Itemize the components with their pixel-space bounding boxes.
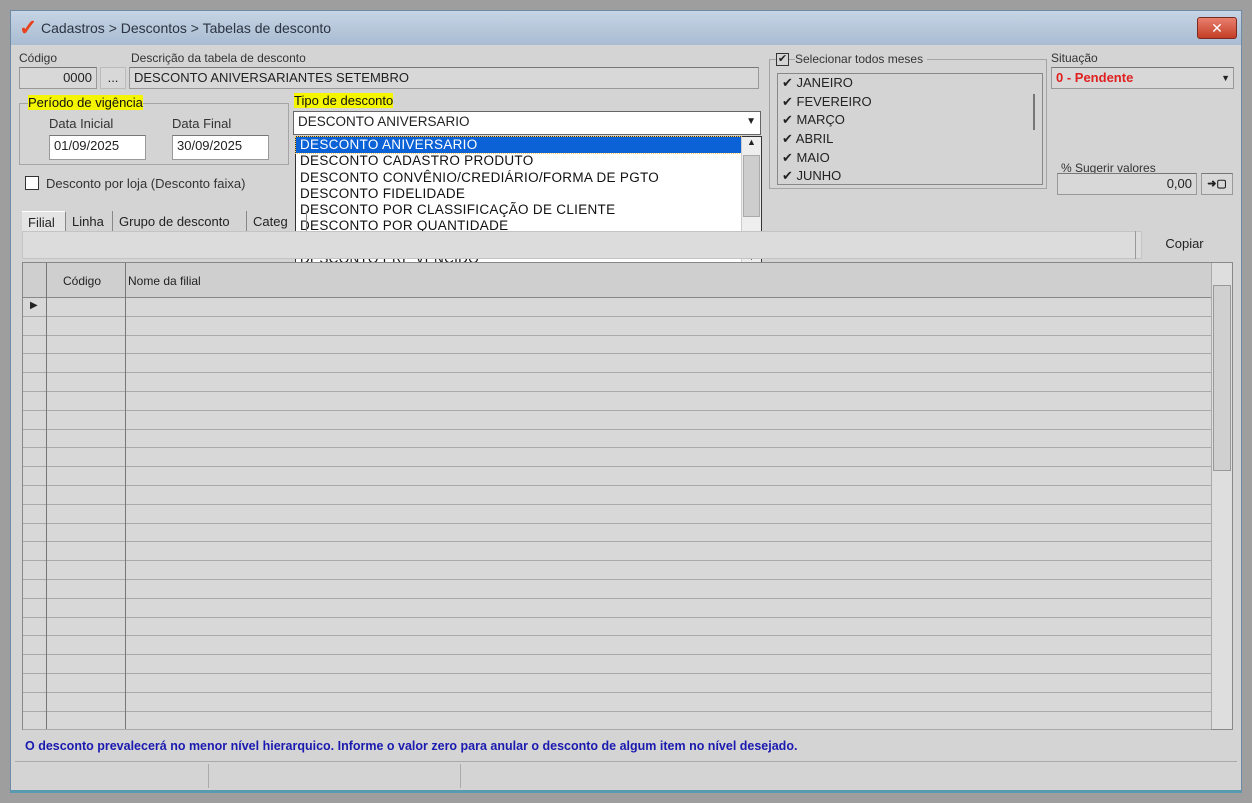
tipo-option[interactable]: DESCONTO FIDELIDADE — [296, 186, 741, 202]
select-all-label: Selecionar todos meses — [795, 52, 928, 66]
table-row[interactable] — [23, 505, 1211, 524]
grid-scrollbar[interactable] — [1211, 263, 1232, 729]
desconto-loja-checkbox[interactable] — [25, 176, 39, 190]
table-row[interactable] — [23, 486, 1211, 505]
scroll-thumb[interactable] — [743, 155, 760, 217]
table-row[interactable] — [23, 373, 1211, 392]
select-all-checkbox[interactable]: ✔ — [776, 53, 789, 66]
tipo-selected: DESCONTO ANIVERSARIO — [298, 114, 470, 129]
table-row[interactable] — [23, 599, 1211, 618]
month-label: ABRIL — [795, 131, 834, 147]
status-bar — [15, 761, 1237, 762]
table-row[interactable] — [23, 448, 1211, 468]
data-inicial-input[interactable]: 01/09/2025 — [49, 135, 146, 160]
checkbox-checked-icon[interactable]: ✔ — [782, 112, 797, 127]
checkbox-checked-icon[interactable]: ✔ — [782, 131, 796, 146]
codigo-field[interactable]: 0000 — [19, 67, 97, 89]
table-row[interactable] — [23, 392, 1211, 411]
month-item[interactable]: ✔ MARÇO — [778, 111, 1042, 130]
meses-list[interactable]: ✔ JANEIRO ✔ FEVEREIRO ✔ MARÇO ✔ ABRIL ✔ MAIO… — [777, 73, 1043, 185]
table-row[interactable] — [23, 580, 1211, 599]
column-header-nome[interactable]: Nome da filial — [128, 274, 201, 288]
month-item[interactable]: ✔ JUNHO — [778, 167, 1042, 186]
table-row[interactable] — [23, 693, 1211, 712]
month-item[interactable]: ✔ JANEIRO — [778, 74, 1042, 93]
row-pointer-icon: ▶ — [30, 300, 38, 311]
checkbox-checked-icon[interactable]: ✔ — [782, 94, 797, 109]
title-bar: ✓ Cadastros > Descontos > Tabelas de des… — [11, 11, 1241, 45]
tipo-option[interactable]: DESCONTO POR CLASSIFICAÇÃO DE CLIENTE — [296, 202, 741, 218]
table-row[interactable] — [23, 542, 1211, 562]
grid-header: Código Nome da filial — [23, 263, 1211, 298]
table-row[interactable] — [23, 317, 1211, 336]
chevron-down-icon[interactable]: ▼ — [746, 112, 756, 132]
descricao-label: Descrição da tabela de desconto — [131, 51, 306, 65]
lookup-button[interactable]: ... — [100, 67, 126, 89]
tipo-option[interactable]: DESCONTO CADASTRO PRODUTO — [296, 153, 741, 169]
close-button[interactable]: ✕ — [1197, 17, 1237, 39]
situacao-select[interactable]: 0 - Pendente ▼ — [1051, 67, 1234, 89]
table-row[interactable] — [23, 618, 1211, 637]
window-title: Cadastros > Descontos > Tabelas de desco… — [41, 20, 332, 36]
month-label: JUNHO — [796, 168, 842, 184]
status-panel-1 — [15, 764, 209, 788]
table-row[interactable] — [23, 524, 1211, 543]
table-row[interactable] — [23, 298, 1211, 317]
grid-scroll-thumb[interactable] — [1213, 285, 1231, 471]
copiar-button[interactable]: Copiar — [1135, 231, 1233, 259]
checkbox-checked-icon[interactable]: ✔ — [782, 75, 797, 90]
month-item[interactable]: ✔ MAIO — [778, 149, 1042, 168]
month-label: FEVEREIRO — [796, 93, 872, 109]
main-window: ✓ Cadastros > Descontos > Tabelas de des… — [10, 10, 1242, 793]
desconto-loja-label: Desconto por loja (Desconto faixa) — [46, 176, 246, 191]
data-final-label: Data Final — [172, 116, 232, 131]
table-row[interactable] — [23, 430, 1211, 449]
table-row[interactable] — [23, 354, 1211, 374]
table-row[interactable] — [23, 411, 1211, 430]
apply-sugerir-button[interactable]: ➜▢ — [1201, 173, 1233, 195]
month-label: JANEIRO — [796, 75, 853, 90]
checkbox-checked-icon[interactable]: ✔ — [782, 168, 797, 183]
codigo-label: Código — [19, 51, 58, 65]
table-row[interactable] — [23, 655, 1211, 674]
periodo-title: Período de vigência — [28, 95, 143, 110]
situacao-label: Situação — [1051, 51, 1098, 65]
data-inicial-label: Data Inicial — [49, 116, 114, 131]
table-row[interactable] — [23, 712, 1211, 731]
table-row[interactable] — [23, 636, 1211, 656]
app-logo-icon: ✓ — [19, 15, 38, 40]
tipo-option[interactable]: DESCONTO CONVÊNIO/CREDIÁRIO/FORMA DE PGT… — [296, 170, 741, 186]
month-item[interactable]: ✔ FEVEREIRO — [778, 93, 1042, 112]
tipo-select[interactable]: DESCONTO ANIVERSARIO ▼ — [293, 111, 761, 135]
table-row[interactable] — [23, 336, 1211, 355]
meses-scrollbar[interactable] — [1033, 94, 1035, 130]
table-row[interactable] — [23, 674, 1211, 693]
tab-toolbar — [22, 231, 1142, 259]
sugerir-input[interactable]: 0,00 — [1057, 173, 1197, 195]
status-panel-2 — [209, 764, 461, 788]
data-final-input[interactable]: 30/09/2025 — [172, 135, 269, 160]
month-item[interactable]: ✔ ABRIL — [778, 130, 1042, 149]
month-label: MAIO — [796, 149, 830, 165]
footer-note: O desconto prevalecerá no menor nível hi… — [25, 739, 798, 753]
scroll-up-icon[interactable]: ▲ — [742, 137, 761, 153]
checkbox-checked-icon[interactable]: ✔ — [782, 150, 797, 165]
filial-grid[interactable]: Código Nome da filial ▶ — [22, 262, 1233, 731]
situacao-value: 0 - Pendente — [1056, 70, 1134, 85]
table-row[interactable] — [23, 467, 1211, 486]
descricao-field[interactable]: DESCONTO ANIVERSARIANTES SETEMBRO — [129, 67, 759, 89]
column-header-codigo[interactable]: Código — [63, 274, 101, 288]
month-label: MARÇO — [796, 112, 845, 128]
tipo-label: Tipo de desconto — [294, 93, 394, 108]
tipo-option[interactable]: DESCONTO ANIVERSARIO — [295, 135, 742, 155]
chevron-down-icon[interactable]: ▼ — [1221, 68, 1230, 88]
table-row[interactable] — [23, 561, 1211, 580]
